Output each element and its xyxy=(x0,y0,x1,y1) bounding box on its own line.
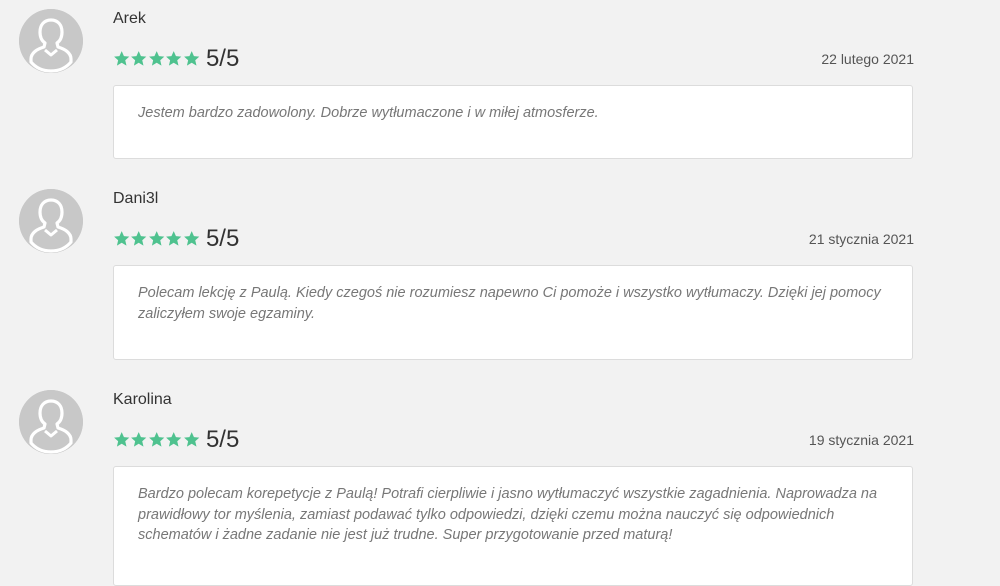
star-icon xyxy=(131,51,147,66)
review-author: Dani3l xyxy=(113,190,159,207)
star-icon xyxy=(148,432,165,447)
rating: 5/5 xyxy=(113,425,239,455)
review-date: 21 stycznia 2021 xyxy=(808,231,914,247)
rating-score: 5/5 xyxy=(205,225,240,252)
star-icon xyxy=(148,231,165,246)
user-avatar-icon xyxy=(19,9,83,73)
star-rating xyxy=(113,431,200,448)
rating: 5/5 xyxy=(113,44,239,74)
review-date: 22 lutego 2021 xyxy=(821,51,914,67)
review-comment-box: Bardzo polecam korepetycje z Paulą! Potr… xyxy=(113,466,913,586)
rating-score: 5/5 xyxy=(205,426,240,453)
star-icon xyxy=(114,432,130,447)
star-icon xyxy=(166,231,182,246)
review-comment-box: Polecam lekcję z Paulą. Kiedy czegoś nie… xyxy=(113,265,913,360)
user-avatar-icon xyxy=(19,390,83,454)
rating-score: 5/5 xyxy=(205,45,240,72)
star-rating xyxy=(113,230,200,247)
review-comment: Jestem bardzo zadowolony. Dobrze wytłuma… xyxy=(138,105,599,121)
review-item: Karolina 5/5 19 stycznia 2021 Bardzo pol… xyxy=(0,381,1000,586)
star-icon xyxy=(183,432,199,447)
review-author: Arek xyxy=(113,10,146,27)
star-icon xyxy=(148,51,165,66)
star-icon xyxy=(166,51,182,66)
star-icon xyxy=(131,432,147,447)
review-comment: Bardzo polecam korepetycje z Paulą! Potr… xyxy=(138,486,878,543)
star-icon xyxy=(131,231,147,246)
review-item: Arek 5/5 22 lutego 2021 Jestem bardzo za… xyxy=(0,0,1000,190)
star-icon xyxy=(183,231,199,246)
star-rating xyxy=(113,50,200,67)
star-icon xyxy=(114,51,130,66)
review-date: 19 stycznia 2021 xyxy=(808,432,914,448)
review-comment: Polecam lekcję z Paulą. Kiedy czegoś nie… xyxy=(138,285,881,322)
review-item: Dani3l 5/5 21 stycznia 2021 Polecam lekc… xyxy=(0,180,1000,370)
star-icon xyxy=(166,432,182,447)
star-icon xyxy=(183,51,199,66)
rating: 5/5 xyxy=(113,224,239,254)
user-avatar-icon xyxy=(19,189,83,253)
review-comment-box: Jestem bardzo zadowolony. Dobrze wytłuma… xyxy=(113,85,913,159)
star-icon xyxy=(114,231,130,246)
review-author: Karolina xyxy=(113,391,172,408)
